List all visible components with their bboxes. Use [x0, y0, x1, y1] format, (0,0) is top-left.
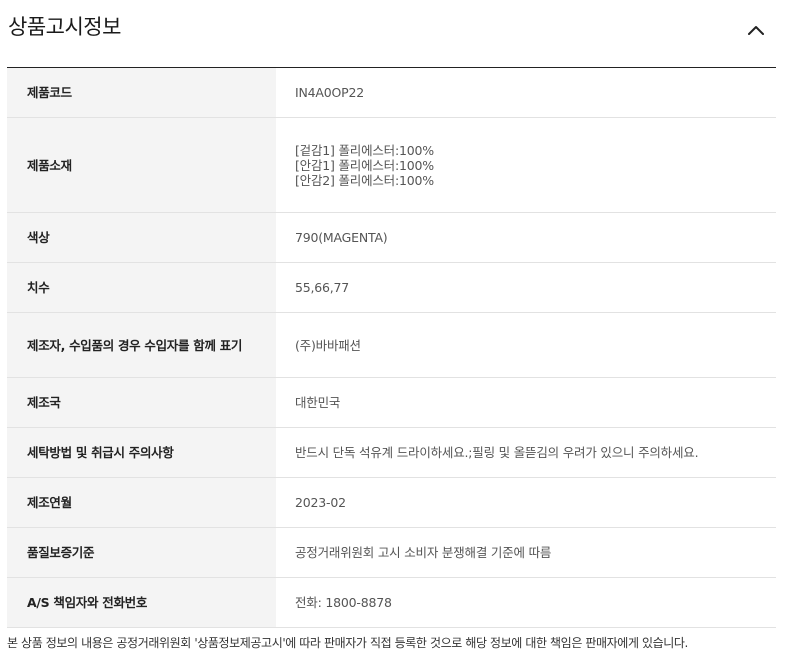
table-row: 품질보증기준 공정거래위원회 고시 소비자 분쟁해결 기준에 따름: [7, 527, 776, 578]
chevron-up-icon: [748, 26, 764, 35]
row-label: 제품코드: [7, 67, 276, 118]
section-header[interactable]: 상품고시정보: [0, 0, 790, 66]
table-row: 치수 55,66,77: [7, 262, 776, 313]
product-info-table: 제품코드 IN4A0OP22 제품소재 [겉감1] 폴리에스터:100% [안감…: [7, 67, 776, 628]
product-notice-section: 상품고시정보 제품코드 IN4A0OP22 제품소재 [겉감1] 폴리에스터:1…: [0, 0, 790, 664]
table-row: 제조연월 2023-02: [7, 477, 776, 528]
row-label: 세탁방법 및 취급시 주의사항: [7, 427, 276, 478]
table-row: 제조자, 수입품의 경우 수입자를 함께 표기 (주)바바패션: [7, 312, 776, 378]
row-value: 790(MAGENTA): [276, 212, 776, 263]
row-label: 색상: [7, 212, 276, 263]
table-row: 제조국 대한민국: [7, 377, 776, 428]
row-label: 제조연월: [7, 477, 276, 528]
row-value: 대한민국: [276, 377, 776, 428]
table-row: A/S 책임자와 전화번호 전화: 1800-8878: [7, 577, 776, 628]
row-label: 치수: [7, 262, 276, 313]
table-row: 제품코드 IN4A0OP22: [7, 67, 776, 118]
row-value: 공정거래위원회 고시 소비자 분쟁해결 기준에 따름: [276, 527, 776, 578]
row-label: 품질보증기준: [7, 527, 276, 578]
collapse-toggle-button[interactable]: [742, 16, 770, 44]
row-value: 55,66,77: [276, 262, 776, 313]
row-label: 제품소재: [7, 117, 276, 213]
row-label: 제조자, 수입품의 경우 수입자를 함께 표기: [7, 312, 276, 378]
row-label: A/S 책임자와 전화번호: [7, 577, 276, 628]
row-value: 전화: 1800-8878: [276, 577, 776, 628]
section-title: 상품고시정보: [8, 15, 121, 39]
row-label: 제조국: [7, 377, 276, 428]
row-value: 2023-02: [276, 477, 776, 528]
disclaimer-text: 본 상품 정보의 내용은 공정거래위원회 '상품정보제공고시'에 따라 판매자가…: [7, 636, 688, 650]
row-value: 반드시 단독 석유계 드라이하세요.;필링 및 올뜯김의 우려가 있으니 주의하…: [276, 427, 776, 478]
table-row: 제품소재 [겉감1] 폴리에스터:100% [안감1] 폴리에스터:100% […: [7, 117, 776, 213]
row-value: IN4A0OP22: [276, 67, 776, 118]
row-value: [겉감1] 폴리에스터:100% [안감1] 폴리에스터:100% [안감2] …: [276, 117, 776, 213]
table-row: 색상 790(MAGENTA): [7, 212, 776, 263]
row-value: (주)바바패션: [276, 312, 776, 378]
table-row: 세탁방법 및 취급시 주의사항 반드시 단독 석유계 드라이하세요.;필링 및 …: [7, 427, 776, 478]
